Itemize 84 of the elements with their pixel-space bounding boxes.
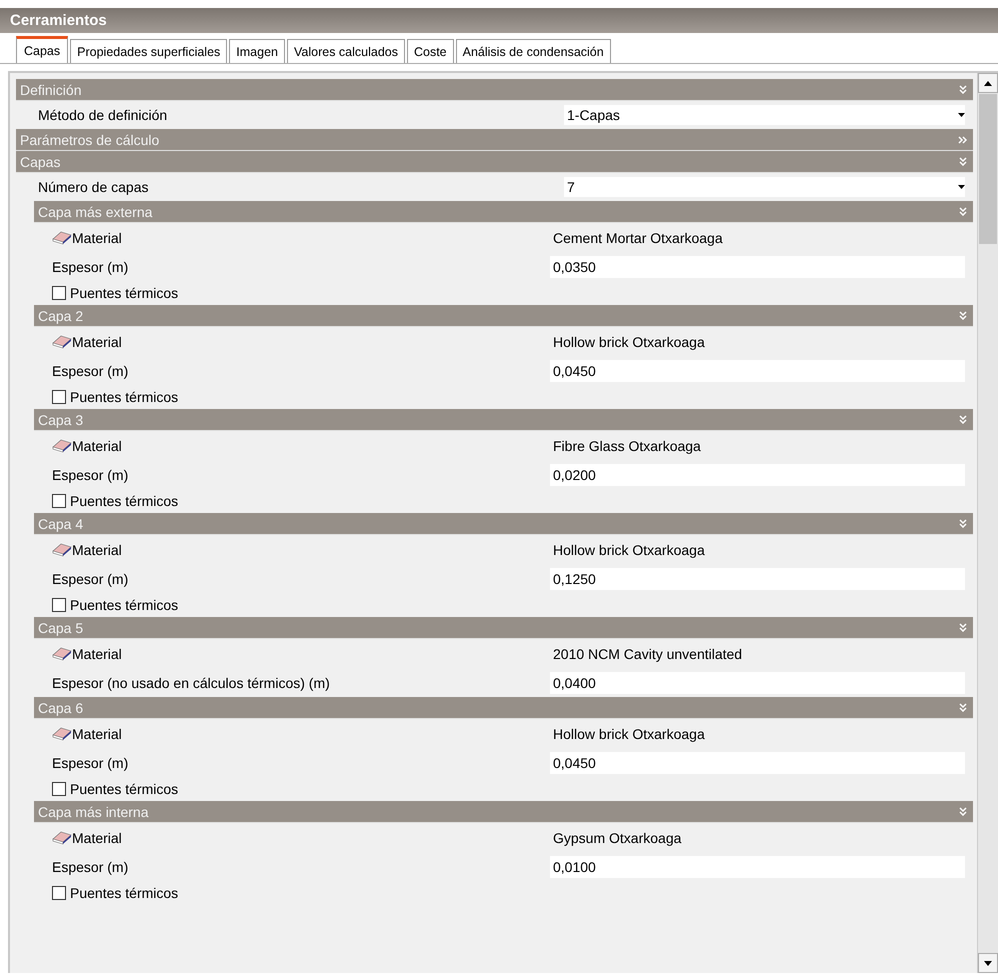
material-value: Gypsum Otxarkoaga	[552, 830, 682, 846]
dropdown[interactable]: 7	[564, 177, 965, 197]
field-label: Material	[72, 542, 122, 558]
collapse-icon[interactable]	[959, 623, 967, 632]
slab-icon	[52, 727, 72, 741]
collapse-icon[interactable]	[959, 415, 967, 424]
thickness-field[interactable]: 0,0450	[550, 752, 965, 774]
thickness-field[interactable]: 0,0400	[550, 672, 965, 694]
tab[interactable]: Valores calculados	[286, 39, 405, 63]
field-label: Material	[72, 830, 122, 846]
material-value: Hollow brick Otxarkoaga	[552, 726, 706, 742]
slab-icon	[52, 231, 72, 245]
section-title: Parámetros de cálculo	[20, 132, 160, 148]
field-label: Espesor (m)	[52, 755, 128, 771]
dropdown-arrow-icon[interactable]	[958, 185, 965, 189]
field-label: Espesor (m)	[52, 259, 128, 275]
checkbox[interactable]	[52, 886, 66, 900]
thickness-field[interactable]: 0,0200	[550, 464, 965, 486]
layer-title: Capa 4	[38, 516, 84, 532]
scroll-up-icon[interactable]	[984, 80, 992, 86]
section-title: Capas	[20, 154, 60, 170]
field-label: Espesor (m)	[52, 363, 128, 379]
slab-icon	[52, 439, 72, 453]
material-value: Cement Mortar Otxarkoaga	[552, 230, 724, 246]
collapse-icon[interactable]	[959, 85, 967, 94]
checkbox[interactable]	[52, 390, 66, 404]
thickness-field[interactable]: 0,0450	[550, 360, 965, 382]
slab-icon	[52, 647, 72, 661]
material-value: 2010 NCM Cavity unventilated	[552, 646, 744, 662]
collapse-icon[interactable]	[959, 807, 967, 816]
collapse-icon[interactable]	[959, 157, 967, 166]
checkbox[interactable]	[52, 782, 66, 796]
checkbox[interactable]	[52, 494, 66, 508]
field-label: Espesor (m)	[52, 571, 128, 587]
thickness-field[interactable]: 0,0100	[550, 856, 965, 878]
field-label: Espesor (no usado en cálculos térmicos) (m)	[52, 675, 330, 691]
checkbox[interactable]	[52, 286, 66, 300]
layer-title: Capa más interna	[38, 804, 149, 820]
tab[interactable]: Imagen	[229, 39, 285, 63]
field-label: Espesor (m)	[52, 859, 128, 875]
scroll-down-icon[interactable]	[984, 960, 992, 966]
checkbox-label: Puentes térmicos	[70, 389, 178, 405]
field-label: Material	[72, 726, 122, 742]
checkbox-label: Puentes térmicos	[70, 597, 178, 613]
collapse-icon[interactable]	[959, 207, 967, 216]
field-label: Número de capas	[37, 179, 150, 195]
slab-icon	[52, 335, 72, 349]
layer-title: Capa más externa	[38, 204, 152, 220]
scrollbar[interactable]	[977, 73, 998, 973]
tab[interactable]: Análisis de condensación	[456, 39, 611, 63]
checkbox-label: Puentes térmicos	[70, 493, 178, 509]
checkbox-label: Puentes térmicos	[70, 781, 178, 797]
field-label: Material	[72, 230, 122, 246]
layer-title: Capa 5	[38, 620, 84, 636]
thickness-field[interactable]: 0,0350	[550, 256, 965, 278]
material-value: Hollow brick Otxarkoaga	[552, 334, 706, 350]
tab[interactable]: Coste	[406, 39, 454, 63]
checkbox-label: Puentes térmicos	[70, 885, 178, 901]
material-value: Fibre Glass Otxarkoaga	[552, 438, 702, 454]
checkbox[interactable]	[52, 598, 66, 612]
field-label: Espesor (m)	[52, 467, 128, 483]
tab[interactable]: Capas	[16, 36, 68, 63]
thickness-field[interactable]: 0,1250	[550, 568, 965, 590]
collapse-icon[interactable]	[959, 519, 967, 528]
slab-icon	[52, 543, 72, 557]
scroll-thumb[interactable]	[979, 94, 997, 244]
field-label: Material	[72, 334, 122, 350]
window-title: Cerramientos	[0, 8, 998, 33]
field-label: Método de definición	[37, 107, 168, 123]
dropdown-arrow-icon[interactable]	[958, 113, 965, 117]
field-label: Material	[72, 438, 122, 454]
layer-title: Capa 2	[38, 308, 84, 324]
tab[interactable]: Propiedades superficiales	[70, 39, 228, 63]
expand-icon[interactable]	[958, 136, 967, 144]
layer-title: Capa 6	[38, 700, 84, 716]
collapse-icon[interactable]	[959, 311, 967, 320]
collapse-icon[interactable]	[959, 703, 967, 712]
slab-icon	[52, 831, 72, 845]
dropdown[interactable]: 1-Capas	[564, 105, 965, 125]
section-title: Definición	[20, 82, 82, 98]
field-label: Material	[72, 646, 122, 662]
material-value: Hollow brick Otxarkoaga	[552, 542, 706, 558]
layer-title: Capa 3	[38, 412, 84, 428]
checkbox-label: Puentes térmicos	[70, 285, 178, 301]
